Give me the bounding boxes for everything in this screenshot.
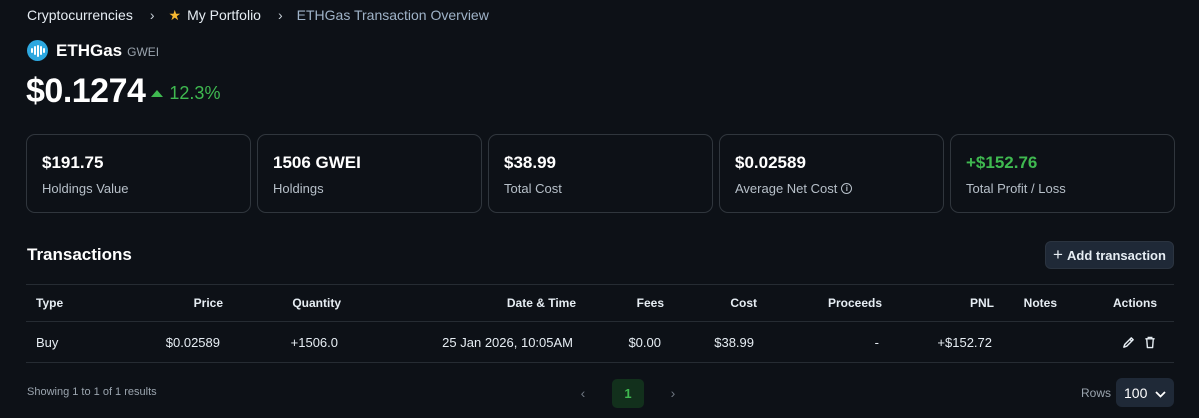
card-average-net-cost: $0.02589 Average Net Cost i <box>719 134 944 213</box>
card-label: Total Profit / Loss <box>966 181 1066 196</box>
card-label: Holdings <box>273 181 324 196</box>
price-change-value: 12.3% <box>169 83 221 103</box>
breadcrumb-current: ETHGas Transaction Overview <box>296 7 489 23</box>
chevron-left-icon[interactable]: ‹ <box>572 382 594 404</box>
transactions-title: Transactions <box>27 245 132 264</box>
cell-pnl: +$152.72 <box>937 334 992 350</box>
col-pnl[interactable]: PNL <box>896 285 994 321</box>
breadcrumb: Cryptocurrencies › ★ My Portfolio › ETHG… <box>27 6 489 24</box>
card-value: $38.99 <box>504 153 556 172</box>
card-value: $191.75 <box>42 153 104 172</box>
breadcrumb-my-portfolio[interactable]: My Portfolio <box>187 7 261 23</box>
coin-price: $0.1274 <box>26 72 146 110</box>
card-holdings-value: $191.75 Holdings Value <box>26 134 251 213</box>
cell-proceeds: - <box>874 334 879 350</box>
chevron-right-icon: › <box>149 7 155 23</box>
card-value: +$152.76 <box>966 153 1038 172</box>
add-transaction-label: Add transaction <box>1066 247 1166 263</box>
table-row: Buy $0.02589 +1506.0 25 Jan 2026, 10:05A… <box>26 322 1174 363</box>
page-button-current[interactable]: 1 <box>612 378 644 408</box>
breadcrumb-cryptocurrencies[interactable]: Cryptocurrencies <box>27 7 133 23</box>
rows-label: Rows <box>1081 386 1112 400</box>
col-type[interactable]: Type <box>36 285 63 321</box>
cell-actions <box>1076 322 1156 362</box>
cell-type: Buy <box>36 334 59 350</box>
coin-unit: GWEI <box>127 45 160 59</box>
chevron-down-icon <box>1155 385 1166 401</box>
coin-name: ETHGas <box>56 40 123 60</box>
price-change: 12.3% <box>151 83 220 104</box>
card-value: 1506 GWEI <box>273 153 361 172</box>
card-label: Holdings Value <box>42 181 129 196</box>
card-holdings: 1506 GWEI Holdings <box>257 134 482 213</box>
card-value: $0.02589 <box>735 153 806 172</box>
card-label: Average Net Cost i <box>735 181 943 196</box>
col-notes[interactable]: Notes <box>1006 285 1057 321</box>
cell-fees: $0.00 <box>628 334 661 350</box>
col-proceeds[interactable]: Proceeds <box>776 285 882 321</box>
plus-icon: + <box>1053 245 1063 264</box>
arrow-up-icon <box>151 90 164 97</box>
col-fees[interactable]: Fees <box>586 285 664 321</box>
delete-icon[interactable] <box>1144 336 1156 349</box>
transactions-table: Type Price Quantity Date & Time Fees Cos… <box>26 284 1174 363</box>
rows-per-page-value: 100 <box>1124 384 1148 401</box>
info-icon[interactable]: i <box>841 183 853 194</box>
card-total-profit-loss: +$152.76 Total Profit / Loss <box>950 134 1175 213</box>
results-summary: Showing 1 to 1 of 1 results <box>27 386 157 398</box>
col-datetime[interactable]: Date & Time <box>376 285 576 321</box>
price-row: $0.1274 12.3% <box>26 72 220 111</box>
chevron-right-icon: › <box>277 7 283 23</box>
cell-cost: $38.99 <box>714 334 754 350</box>
cell-quantity: +1506.0 <box>290 334 338 350</box>
col-actions: Actions <box>1112 296 1157 310</box>
col-quantity[interactable]: Quantity <box>241 285 341 321</box>
coin-header: ETHGas GWEI <box>27 40 159 61</box>
card-label: Total Cost <box>504 181 562 196</box>
cell-notes <box>1006 322 1057 362</box>
cell-datetime: 25 Jan 2026, 10:05AM <box>442 334 573 350</box>
card-total-cost: $38.99 Total Cost <box>488 134 713 213</box>
add-transaction-button[interactable]: + Add transaction <box>1045 241 1174 269</box>
edit-icon[interactable] <box>1122 336 1135 349</box>
star-icon: ★ <box>168 6 182 23</box>
col-price[interactable]: Price <box>126 285 223 321</box>
col-cost[interactable]: Cost <box>676 285 757 321</box>
table-header: Type Price Quantity Date & Time Fees Cos… <box>26 284 1174 322</box>
ethgas-logo-icon <box>27 40 48 61</box>
rows-per-page-select[interactable]: 100 <box>1116 378 1174 407</box>
pagination: ‹ 1 › <box>572 378 684 408</box>
cell-price: $0.02589 <box>165 334 220 350</box>
table-footer: Showing 1 to 1 of 1 results ‹ 1 › Rows 1… <box>27 378 1174 408</box>
chevron-right-icon[interactable]: › <box>662 382 684 404</box>
summary-cards: $191.75 Holdings Value 1506 GWEI Holding… <box>26 134 1175 213</box>
